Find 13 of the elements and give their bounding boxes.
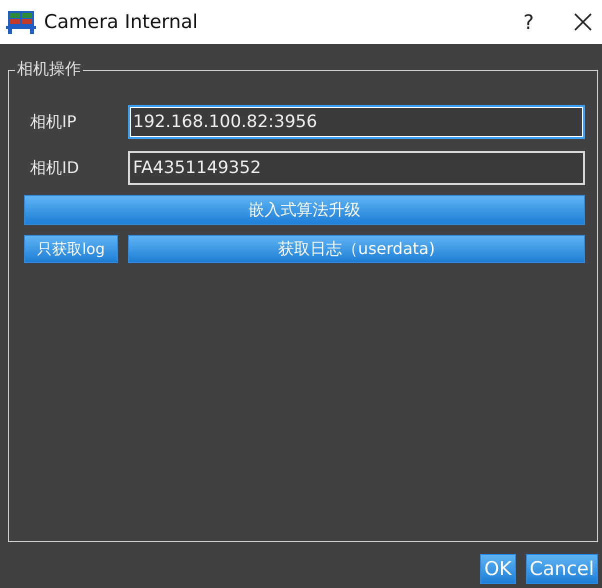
help-button[interactable]: ?	[523, 10, 534, 34]
close-button[interactable]	[572, 11, 594, 33]
field-label: 相机ID	[29, 158, 80, 178]
app-icon	[6, 10, 36, 34]
ok-button[interactable]: OK	[480, 554, 516, 584]
log-button[interactable]: 获取日志（userdata)	[128, 235, 585, 263]
input-field[interactable]: FA4351149352	[128, 151, 585, 185]
log-button[interactable]: 只获取log	[24, 235, 118, 263]
upgrade-button[interactable]: 嵌入式算法升级	[24, 195, 585, 225]
field-label: 相机IP	[29, 112, 78, 132]
cancel-button[interactable]: Cancel	[526, 554, 598, 584]
window-title: Camera Internal	[44, 11, 198, 33]
input-field[interactable]: 192.168.100.82:3956	[128, 105, 585, 139]
